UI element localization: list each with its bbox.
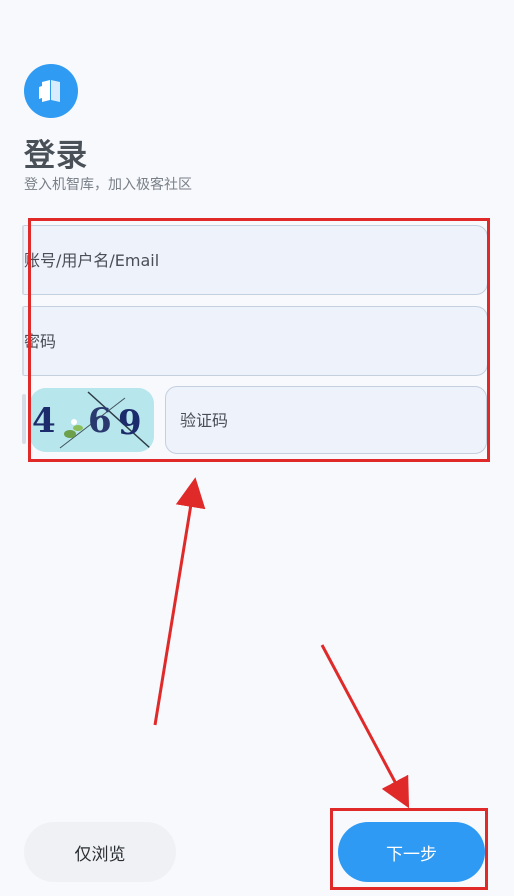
logo-icon — [24, 64, 78, 118]
arrow-down — [320, 644, 410, 809]
guest-browse-button[interactable]: 仅浏览 — [24, 822, 176, 882]
next-step-button[interactable]: 下一步 — [338, 822, 485, 882]
captcha-text-2: 6 — [88, 401, 112, 441]
account-field-container — [24, 225, 488, 295]
arrow-up — [153, 477, 206, 726]
password-input[interactable] — [24, 307, 487, 375]
captcha-text-3: 9 — [118, 403, 142, 443]
page-subtitle: 登入机智库，加入极客社区 — [24, 177, 192, 193]
captcha-field-container — [165, 386, 487, 454]
page-title: 登录 — [24, 138, 88, 174]
captcha-image[interactable]: 4 6 9 — [30, 388, 154, 452]
captcha-text-1: 4 — [32, 401, 56, 441]
account-input[interactable] — [24, 226, 487, 294]
captcha-input[interactable] — [166, 387, 486, 453]
field-edge — [22, 394, 26, 444]
login-page: 登录 登入机智库，加入极客社区 4 6 9 — [0, 0, 514, 896]
password-field-container — [24, 306, 488, 376]
